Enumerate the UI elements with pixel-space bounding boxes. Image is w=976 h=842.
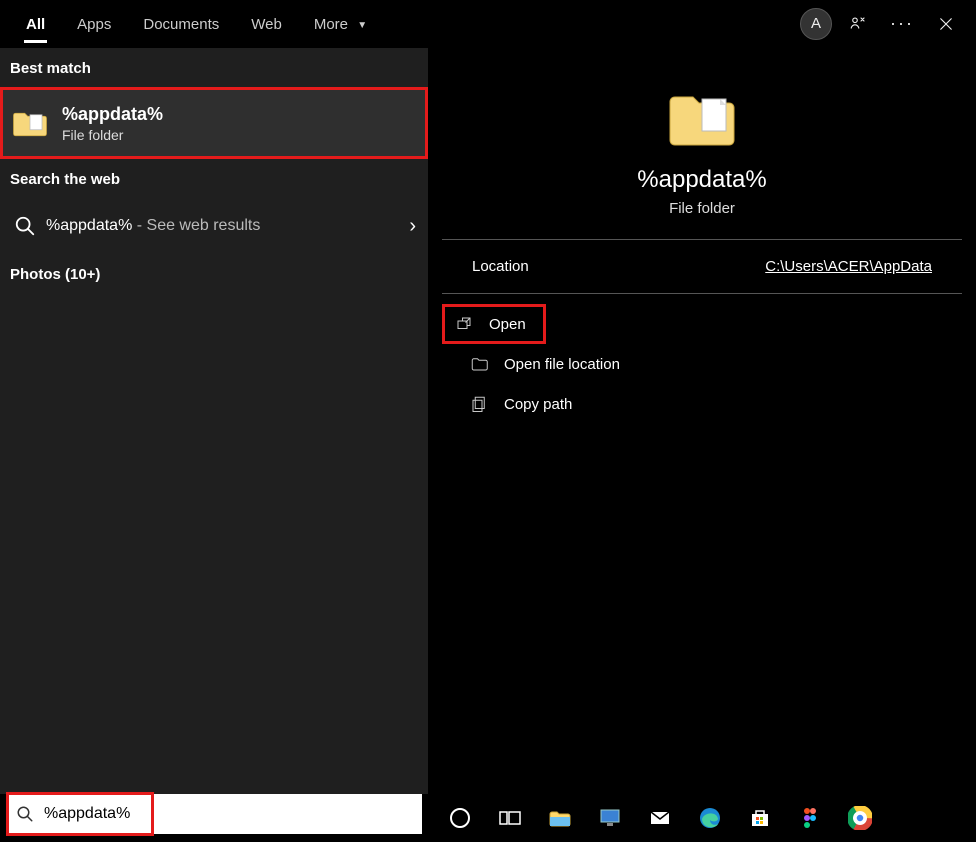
filter-tabs: All Apps Documents Web More ▼ A ··· (0, 0, 976, 48)
monitor-icon[interactable] (596, 804, 624, 832)
chrome-icon[interactable] (846, 804, 874, 832)
web-query: %appdata% (46, 217, 132, 234)
folder-icon (666, 86, 738, 150)
location-row: Location C:\Users\ACER\AppData (442, 240, 962, 293)
mail-icon[interactable] (646, 804, 674, 832)
open-icon (455, 315, 473, 333)
tab-more[interactable]: More ▼ (298, 4, 383, 43)
search-box[interactable] (8, 794, 422, 834)
tab-all[interactable]: All (10, 4, 61, 43)
best-match-label: Best match (0, 48, 428, 87)
file-explorer-icon[interactable] (546, 804, 574, 832)
folder-outline-icon (470, 355, 488, 373)
location-label: Location (472, 258, 529, 275)
tab-apps[interactable]: Apps (61, 4, 127, 43)
preview-pane: %appdata% File folder Location C:\Users\… (428, 48, 976, 794)
folder-icon (12, 108, 48, 138)
header-actions: A ··· (800, 6, 976, 42)
result-text: %appdata% File folder (62, 104, 163, 143)
more-options-icon[interactable]: ··· (884, 6, 920, 42)
result-subtitle: File folder (62, 127, 163, 143)
action-copy-label: Copy path (504, 396, 572, 413)
web-result-suffix: - See web results (132, 217, 260, 234)
chevron-right-icon: › (409, 215, 416, 238)
action-open-file-location[interactable]: Open file location (442, 344, 962, 384)
result-title: %appdata% (62, 104, 163, 125)
cortana-icon[interactable] (446, 804, 474, 832)
results-pane: Best match %appdata% File folder Search … (0, 48, 428, 794)
tab-web[interactable]: Web (235, 4, 298, 43)
preview-subtitle: File folder (669, 200, 735, 217)
tab-documents[interactable]: Documents (127, 4, 235, 43)
search-web-label: Search the web (0, 159, 428, 198)
action-copy-path[interactable]: Copy path (442, 384, 962, 424)
web-result-text: %appdata% - See web results (46, 217, 260, 235)
photos-section[interactable]: Photos (10+) (0, 254, 428, 295)
copy-icon (470, 395, 488, 413)
store-icon[interactable] (746, 804, 774, 832)
search-input[interactable] (44, 805, 404, 823)
action-open[interactable]: Open (445, 307, 543, 341)
search-icon (14, 215, 36, 237)
edge-icon[interactable] (696, 804, 724, 832)
close-icon[interactable] (928, 6, 964, 42)
tab-more-label: More (314, 16, 348, 33)
action-ofl-label: Open file location (504, 356, 620, 373)
best-match-result[interactable]: %appdata% File folder (0, 87, 428, 159)
action-open-label: Open (489, 316, 526, 333)
chevron-down-icon: ▼ (357, 20, 367, 31)
task-view-icon[interactable] (496, 804, 524, 832)
web-result-row[interactable]: %appdata% - See web results › (0, 198, 428, 254)
preview-title: %appdata% (637, 166, 766, 194)
search-icon (16, 805, 34, 823)
location-path[interactable]: C:\Users\ACER\AppData (765, 258, 932, 275)
user-avatar[interactable]: A (800, 8, 832, 40)
feedback-icon[interactable] (840, 6, 876, 42)
figma-icon[interactable] (796, 804, 824, 832)
actions-list: Open Open file location Copy path (442, 294, 962, 424)
taskbar (428, 794, 976, 842)
